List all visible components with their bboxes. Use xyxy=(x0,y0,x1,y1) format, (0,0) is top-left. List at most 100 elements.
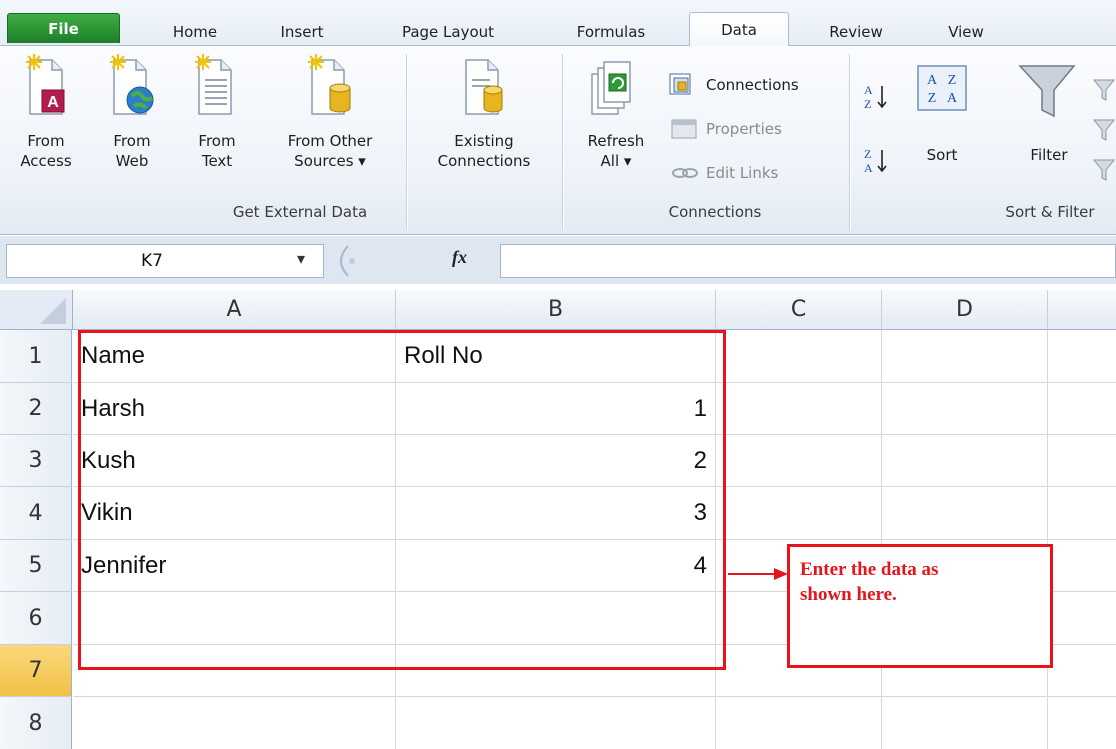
sort-descending-icon[interactable]: ZA xyxy=(860,144,894,182)
sort-dialog-icon: A Z Z A xyxy=(917,65,967,111)
from-text-label-1: From xyxy=(198,132,236,150)
cell-c3[interactable] xyxy=(716,435,882,487)
row-header-5[interactable]: 5 xyxy=(0,540,72,592)
existing-connections-label-1: Existing xyxy=(454,132,514,150)
sort-button[interactable]: A Z Z A Sort xyxy=(912,60,972,165)
column-header-c[interactable]: C xyxy=(716,290,882,330)
cell-a8[interactable] xyxy=(73,697,396,749)
row-header-3[interactable]: 3 xyxy=(0,435,72,487)
tab-review[interactable]: Review xyxy=(808,19,904,45)
tab-page-layout[interactable]: Page Layout xyxy=(378,19,518,45)
svg-text:A: A xyxy=(927,73,938,88)
cell-d8[interactable] xyxy=(882,697,1048,749)
filter-label: Filter xyxy=(1030,146,1068,164)
cell-c4[interactable] xyxy=(716,487,882,540)
cell-d3[interactable] xyxy=(882,435,1048,487)
cell-e6[interactable] xyxy=(1048,592,1116,645)
cell-e5[interactable] xyxy=(1048,540,1116,592)
properties-label: Properties xyxy=(706,120,782,138)
connections-label: Connections xyxy=(706,76,799,94)
from-access-label-1: From xyxy=(27,132,65,150)
refresh-all-label-2: All ▾ xyxy=(600,152,632,170)
group-label-get-external-data: Get External Data xyxy=(232,203,368,221)
existing-connections-label-2: Connections xyxy=(437,152,531,170)
svg-text:Z: Z xyxy=(948,73,957,88)
cell-c1[interactable] xyxy=(716,330,882,383)
sort-ascending-icon[interactable]: AZ xyxy=(860,80,894,118)
row-header-7[interactable]: 7 xyxy=(0,645,72,697)
connections-button[interactable]: Connections xyxy=(668,72,799,98)
from-web-button[interactable]: From Web xyxy=(104,50,160,171)
filter-button[interactable]: Filter xyxy=(1012,60,1086,165)
refresh-all-button[interactable]: Refresh All ▾ xyxy=(572,50,660,171)
group-separator xyxy=(406,54,407,230)
cell-d2[interactable] xyxy=(882,383,1048,435)
svg-text:A: A xyxy=(947,91,958,106)
formula-bar-expand-handle[interactable] xyxy=(330,242,360,280)
select-all-corner[interactable] xyxy=(0,290,73,330)
from-text-button[interactable]: From Text xyxy=(189,50,245,171)
svg-text:A: A xyxy=(864,83,873,97)
group-label-sort-filter: Sort & Filter xyxy=(1005,203,1095,221)
chain-link-icon xyxy=(672,168,698,178)
existing-connections-button[interactable]: Existing Connections xyxy=(414,50,554,171)
svg-text:A: A xyxy=(47,94,59,111)
formula-bar: K7 ▾ fx xyxy=(0,236,1116,284)
tab-view[interactable]: View xyxy=(928,19,1004,45)
row-header-2[interactable]: 2 xyxy=(0,383,72,435)
annotation-line-1: Enter the data as xyxy=(800,559,939,580)
clear-filter-icon[interactable] xyxy=(1090,72,1116,206)
cell-e1[interactable] xyxy=(1048,330,1116,383)
cell-c2[interactable] xyxy=(716,383,882,435)
cell-e4[interactable] xyxy=(1048,487,1116,540)
edit-links-label: Edit Links xyxy=(706,164,779,182)
cell-b8[interactable] xyxy=(396,697,716,749)
properties-button[interactable]: Properties xyxy=(668,116,782,142)
column-header-d[interactable]: D xyxy=(882,290,1048,330)
cell-d4[interactable] xyxy=(882,487,1048,540)
from-access-button[interactable]: A From Access xyxy=(18,50,74,171)
column-header-a[interactable]: A xyxy=(73,290,396,330)
text-file-icon xyxy=(195,54,232,115)
svg-text:Z: Z xyxy=(864,97,871,111)
tab-formulas[interactable]: Formulas xyxy=(554,19,668,45)
database-icon xyxy=(308,54,351,115)
cell-e8[interactable] xyxy=(1048,697,1116,749)
tab-insert[interactable]: Insert xyxy=(262,19,342,45)
row-header-8[interactable]: 8 xyxy=(0,697,72,749)
name-box-value: K7 xyxy=(141,251,163,271)
cell-c8[interactable] xyxy=(716,697,882,749)
column-header-b[interactable]: B xyxy=(396,290,716,330)
row-header-1[interactable]: 1 xyxy=(0,330,72,383)
svg-text:Z: Z xyxy=(928,91,937,106)
edit-links-button[interactable]: Edit Links xyxy=(668,160,778,186)
row-header-4[interactable]: 4 xyxy=(0,487,72,540)
name-box-dropdown-icon[interactable]: ▾ xyxy=(297,249,305,268)
refresh-icon xyxy=(591,61,631,115)
from-other-sources-button[interactable]: From Other Sources ▾ xyxy=(266,50,394,171)
from-other-label-2: Sources ▾ xyxy=(294,152,366,170)
from-web-label-2: Web xyxy=(115,152,149,170)
cell-e3[interactable] xyxy=(1048,435,1116,487)
formula-input[interactable] xyxy=(500,244,1116,278)
connections-icon xyxy=(669,73,691,95)
annotation-line-2: shown here. xyxy=(800,584,897,605)
name-box[interactable]: K7 ▾ xyxy=(6,244,324,278)
ribbon-tab-bar: File Home Insert Page Layout Formulas Da… xyxy=(0,0,1116,46)
cell-e7[interactable] xyxy=(1048,645,1116,697)
from-access-label-2: Access xyxy=(20,152,72,170)
arrow-icon xyxy=(728,568,788,580)
tab-file[interactable]: File xyxy=(7,13,120,43)
cell-d1[interactable] xyxy=(882,330,1048,383)
tab-home[interactable]: Home xyxy=(150,19,240,45)
svg-text:A: A xyxy=(864,161,873,175)
insert-function-icon[interactable]: fx xyxy=(452,247,467,268)
row-header-6[interactable]: 6 xyxy=(0,592,72,645)
from-web-label-1: From xyxy=(113,132,151,150)
annotation-text: Enter the data as shown here. xyxy=(800,557,1040,607)
svg-text:Z: Z xyxy=(864,147,871,161)
cell-e2[interactable] xyxy=(1048,383,1116,435)
existing-connections-icon xyxy=(465,59,503,115)
column-header-e[interactable] xyxy=(1048,290,1116,330)
tab-data[interactable]: Data xyxy=(689,12,789,46)
